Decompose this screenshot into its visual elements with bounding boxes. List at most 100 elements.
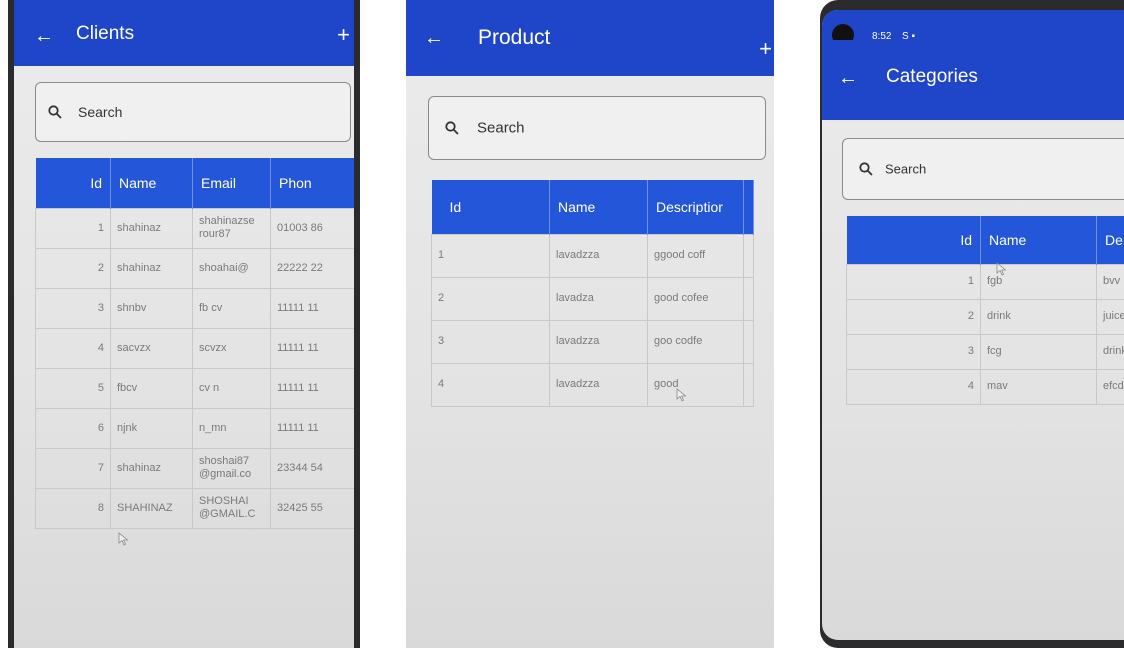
cell-id: 3 [35,287,111,329]
add-plus-icon[interactable]: + [337,24,350,46]
table-row[interactable]: 8 SHAHINAZ SHOSHAI @GMAIL.C 32425 55 [35,487,354,529]
search-input[interactable]: Search [428,96,766,160]
cell-name: fcg [980,333,1097,370]
column-header-name[interactable]: Name [980,216,1097,264]
table-row[interactable]: 4 lavadzza good [431,362,754,407]
table-row[interactable]: 1 shahinaz shahinazse rour87 01003 86 [35,207,354,249]
cell-desc: efcd [1096,368,1124,405]
table-row[interactable]: 3 shnbv fb cv 11111 11 [35,287,354,329]
cell-phone: 22222 22 [270,247,354,289]
cell-id: 3 [846,333,981,370]
search-input[interactable]: Search [842,138,1124,200]
page-title: Clients [76,23,135,44]
cell-name: SHAHINAZ [110,487,193,529]
cell-name: shahinaz [110,207,193,249]
table-row[interactable]: 4 mav efcd [846,368,1124,405]
product-screen: ← Product + Search Id Name Descriptior 1… [406,0,774,648]
column-header-id[interactable]: Id [431,180,550,234]
cell-extra [743,233,754,278]
column-header-name[interactable]: Name [110,158,193,208]
cell-name: lavadzza [549,362,648,407]
cell-name: drink [980,298,1097,335]
cell-email: shahinazse rour87 [192,207,271,249]
cell-name: mav [980,368,1097,405]
product-app-bar: ← Product + [406,0,774,76]
table-row[interactable]: 1 fgb bvv [846,263,1124,300]
column-header-description[interactable]: De [1096,216,1124,264]
table-row[interactable]: 2 lavadza good cofee [431,276,754,321]
search-input[interactable]: Search [35,82,351,142]
search-icon [48,105,62,119]
cell-phone: 32425 55 [270,487,354,529]
cell-phone: 01003 86 [270,207,354,249]
cell-desc: bvv [1096,263,1124,300]
cell-extra [743,362,754,407]
cell-desc: drink [1096,333,1124,370]
cell-phone: 11111 11 [270,287,354,329]
cell-email: shoshai87 @gmail.co [192,447,271,489]
cell-email: shoahai@ [192,247,271,289]
cell-name: lavadza [549,276,648,321]
clients-table: Id Name Email Phon 1 shahinaz shahinazse r… [35,158,354,529]
table-row[interactable]: 4 sacvzx scvzx 11111 11 [35,327,354,369]
column-header-email[interactable]: Email [192,158,271,208]
cell-email: fb cv [192,287,271,329]
cell-id: 8 [35,487,111,529]
cell-description: goo codfe [647,319,744,364]
cell-id: 2 [35,247,111,289]
table-row[interactable]: 6 njnk n_mn 11111 11 [35,407,354,449]
cell-name: lavadzza [549,319,648,364]
cell-phone: 11111 11 [270,327,354,369]
table-row[interactable]: 1 lavadzza ggood coff [431,233,754,278]
table-row[interactable]: 2 drink juice [846,298,1124,335]
column-header-name[interactable]: Name [549,180,648,234]
cell-name: shahinaz [110,247,193,289]
cell-description: ggood coff [647,233,744,278]
cell-phone: 11111 11 [270,367,354,409]
table-header-row: Id Name Email Phon [35,158,354,208]
column-header-description[interactable]: Descriptior [647,180,744,234]
cell-description: good [647,362,744,407]
cell-email: n_mn [192,407,271,449]
table-row[interactable]: 3fcgdrink [846,333,1124,370]
categories-screen-photo: 8:52 S ▪ ← Categories Search Id Name De … [820,0,1124,648]
table-row[interactable]: 3 lavadzza goo codfe [431,319,754,364]
search-placeholder: Search [885,161,927,177]
back-arrow-icon[interactable]: ← [34,26,54,46]
cell-extra [743,319,754,364]
cell-id: 2 [431,276,550,321]
add-plus-icon[interactable]: + [759,38,772,60]
cell-id: 5 [35,367,111,409]
page-title: Categories [886,66,978,87]
cell-email: cv n [192,367,271,409]
categories-screen: 8:52 S ▪ ← Categories Search Id Name De … [822,10,1124,640]
page-title: Product [478,26,551,49]
search-icon [859,162,873,176]
table-row[interactable]: 7 shahinaz shoshai87 @gmail.co 23344 54 [35,447,354,489]
column-header-id[interactable]: Id [846,216,981,264]
cell-name: njnk [110,407,193,449]
column-header-id[interactable]: Id [35,158,111,208]
table-row[interactable]: 2 shahinaz shoahai@ 22222 22 [35,247,354,289]
column-header-phone[interactable]: Phon [270,158,354,208]
categories-app-bar: ← Categories [822,40,1124,120]
cell-id: 6 [35,407,111,449]
cell-id: 1 [431,233,550,278]
clients-app-bar: ← Clients + [14,0,354,66]
cell-description: good cofee [647,276,744,321]
cell-phone: 11111 11 [270,407,354,449]
categories-table: Id Name De 1fgbbvv2drinkjuice3fcgdrink4m… [846,216,1124,405]
cell-name: shnbv [110,287,193,329]
cell-email: scvzx [192,327,271,369]
back-arrow-icon[interactable]: ← [838,68,858,88]
search-placeholder: Search [78,104,123,120]
table-header-row: Id Name Descriptior [431,180,754,234]
column-header-extra [743,180,754,234]
clients-screen: ← Clients + Search Id Name Email Phon 1s… [14,0,354,648]
table-header-row: Id Name De [846,216,1124,264]
back-arrow-icon[interactable]: ← [424,28,444,48]
table-row[interactable]: 5 fbcv cv n 11111 11 [35,367,354,409]
status-bar: 8:52 S ▪ [822,10,1124,46]
product-table: Id Name Descriptior 1 lavadzza ggood coff 2… [431,180,754,407]
cell-id: 4 [431,362,550,407]
